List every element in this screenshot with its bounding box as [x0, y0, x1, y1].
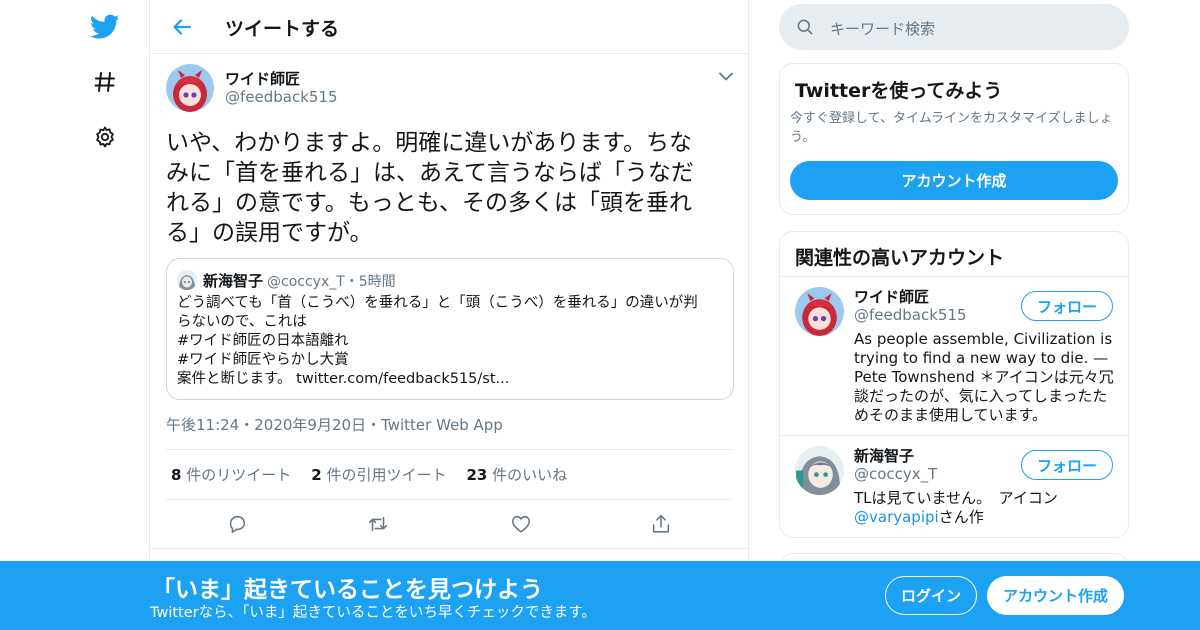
create-account-button[interactable]: アカウント作成 [790, 161, 1118, 200]
more-options-button[interactable] [716, 66, 736, 86]
account-handle[interactable]: @feedback515 [854, 306, 967, 324]
main-header: ツイートする [150, 0, 748, 54]
tweet-stats: 8 件のリツイート 2 件の引用ツイート 23 件のいいね [171, 464, 567, 485]
account-bio: As people assemble, Civilization is tryi… [854, 330, 1114, 424]
page-title: ツイートする [225, 18, 340, 40]
account-avatar[interactable] [795, 287, 844, 336]
likes-label: 件のいいね [492, 466, 568, 484]
account-handle[interactable]: @coccyx_T [854, 465, 937, 483]
hashtag-icon[interactable] [88, 65, 122, 99]
retweets-label: 件のリツイート [186, 466, 292, 484]
retweets-count: 8 [171, 466, 182, 484]
quotes-count: 2 [311, 466, 322, 484]
author-avatar[interactable] [166, 64, 214, 112]
banner-subtitle: Twitterなら、「いま」起きていることをいち早くチェックできます。 [150, 605, 596, 621]
divider [150, 548, 748, 549]
tweet-text: いや、わかりますよ。明確に違いがあります。ちな みに「首を垂れる」は、あえて言う… [166, 130, 694, 246]
retweet-icon [368, 516, 388, 532]
divider [166, 499, 734, 500]
share-icon [652, 514, 670, 533]
divider [780, 435, 1128, 436]
account-avatar[interactable] [795, 446, 844, 495]
author-handle[interactable]: @feedback515 [225, 88, 338, 106]
chevron-down-icon [719, 72, 733, 80]
signup-card: Twitterを使ってみよう 今すぐ登録して、タイムラインをカスタマイズしましょ… [779, 63, 1129, 215]
divider [166, 449, 734, 450]
quote-author-name: 新海智子 [203, 272, 264, 290]
page: ツイートする ワイド師匠 @feedback515 いや、わかりますよ。明確に違… [0, 0, 1200, 630]
account-name[interactable]: ワイド師匠 [854, 286, 929, 307]
quotes-stat[interactable]: 2 件の引用ツイート [311, 464, 446, 485]
share-button[interactable] [649, 512, 673, 536]
follow-button[interactable]: フォロー [1021, 450, 1113, 480]
signup-card-subtitle: 今すぐ登録して、タイムラインをカスタマイズしましょう。 [790, 111, 1113, 145]
account-bio-text: TLは見ていません。 アイコン [854, 489, 1058, 507]
account-bio-suffix: さん作 [938, 508, 984, 526]
quotes-label: 件の引用ツイート [326, 466, 447, 484]
likes-count: 23 [466, 466, 488, 484]
account-name[interactable]: 新海智子 [854, 445, 914, 466]
back-arrow-icon [173, 19, 192, 35]
search-icon [797, 19, 813, 35]
related-accounts-card: 関連性の高いアカウント ワイド師匠 @feedback515 フォロー As p… [779, 231, 1129, 538]
divider [780, 276, 1128, 277]
login-button[interactable]: ログイン [885, 576, 977, 615]
search-input[interactable]: キーワード検索 [779, 4, 1129, 50]
twitter-logo-icon[interactable] [88, 10, 122, 44]
like-button[interactable] [509, 512, 533, 536]
bio-mention-link[interactable]: @varyapipi [854, 508, 939, 526]
author-name[interactable]: ワイド師匠 [225, 68, 300, 89]
quote-avatar [177, 270, 197, 290]
retweet-button[interactable] [366, 512, 390, 536]
likes-stat[interactable]: 23 件のいいね [466, 464, 567, 485]
like-icon [511, 515, 531, 533]
reply-icon [229, 515, 246, 534]
back-button[interactable] [167, 12, 197, 42]
quote-author-handle: @coccyx_T・5時間 [267, 274, 396, 290]
banner-create-account-button[interactable]: アカウント作成 [987, 576, 1124, 615]
search-placeholder: キーワード検索 [830, 20, 936, 38]
signup-card-title: Twitterを使ってみよう [795, 80, 1003, 102]
follow-button[interactable]: フォロー [1021, 291, 1113, 321]
quote-text: どう調べても「首（こうべ）を垂れる」と「頭（こうべ）を垂れる」の違いが判 らない… [177, 295, 698, 387]
tweet-timestamp[interactable]: 午後11:24・2020年9月20日・Twitter Web App [166, 414, 503, 435]
account-bio: TLは見ていません。 アイコン @varyapipiさん作 [854, 489, 1116, 527]
signup-banner: 「いま」起きていることを見つけよう Twitterなら、「いま」起きていることを… [0, 561, 1200, 630]
main-column: ツイートする ワイド師匠 @feedback515 いや、わかりますよ。明確に違… [149, 0, 749, 630]
gear-icon[interactable] [88, 120, 122, 154]
quoted-tweet[interactable]: 新海智子 @coccyx_T・5時間 どう調べても「首（こうべ）を垂れる」と「頭… [166, 258, 734, 400]
related-accounts-title: 関連性の高いアカウント [795, 247, 1005, 269]
banner-title: 「いま」起きていることを見つけよう [152, 577, 543, 603]
retweets-stat[interactable]: 8 件のリツイート [171, 464, 291, 485]
left-nav [0, 0, 150, 630]
reply-button[interactable] [225, 512, 249, 536]
